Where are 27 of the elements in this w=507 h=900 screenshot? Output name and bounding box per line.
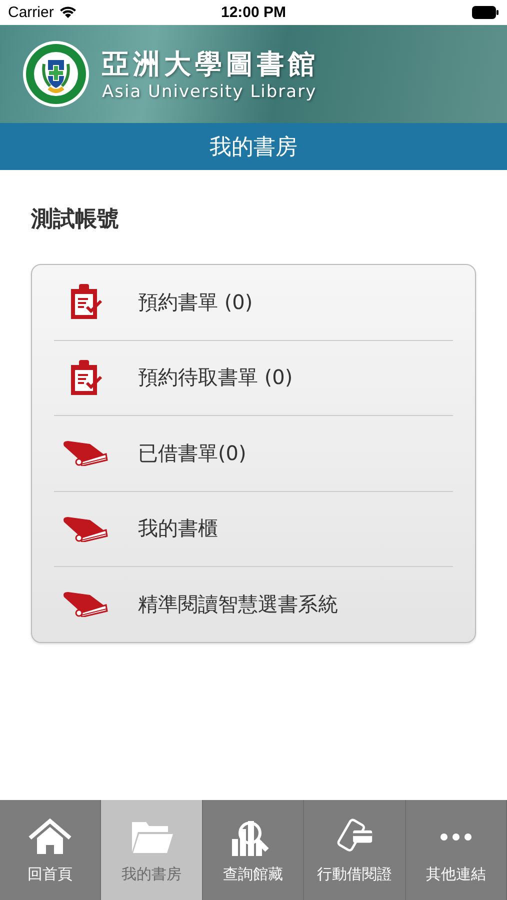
book-icon: [62, 591, 108, 618]
house-icon: [28, 816, 72, 856]
wifi-icon: [58, 6, 77, 19]
more-icon: [438, 832, 473, 842]
menu-item[interactable]: 我的書櫃: [54, 492, 453, 566]
library-english-name: Asia University Library: [102, 82, 318, 102]
book-icon: [62, 440, 108, 466]
menu-item[interactable]: 已借書單(0): [54, 416, 453, 490]
page-title: 我的書房: [210, 134, 298, 162]
battery-icon: [472, 6, 499, 19]
menu-item-label: 預約待取書單 (0): [138, 364, 293, 392]
menu-item-label: 我的書櫃: [138, 515, 218, 542]
tab[interactable]: 行動借閱證: [304, 800, 406, 900]
menu-item-label: 預約書單 (0): [138, 288, 253, 316]
menu-item[interactable]: 精準閱讀智慧選書系統: [54, 567, 453, 642]
menu-item[interactable]: 預約待取書單 (0): [54, 340, 453, 415]
carrier-label: Carrier: [8, 4, 54, 21]
clock-time: 12:00 PM: [220, 4, 286, 21]
menu-item-label: 已借書單(0): [138, 440, 246, 467]
university-emblem-icon: [22, 40, 90, 108]
library-name: 亞洲大學圖書館: [102, 48, 319, 82]
book-icon: [62, 516, 108, 542]
tab[interactable]: 查詢館藏: [202, 800, 304, 900]
account-name: 測試帳號: [31, 206, 120, 234]
menu-item-label: 精準閱讀智慧選書系統: [138, 590, 338, 618]
menu-item[interactable]: 預約書單 (0): [54, 265, 453, 340]
tab[interactable]: 其他連結: [406, 800, 507, 900]
